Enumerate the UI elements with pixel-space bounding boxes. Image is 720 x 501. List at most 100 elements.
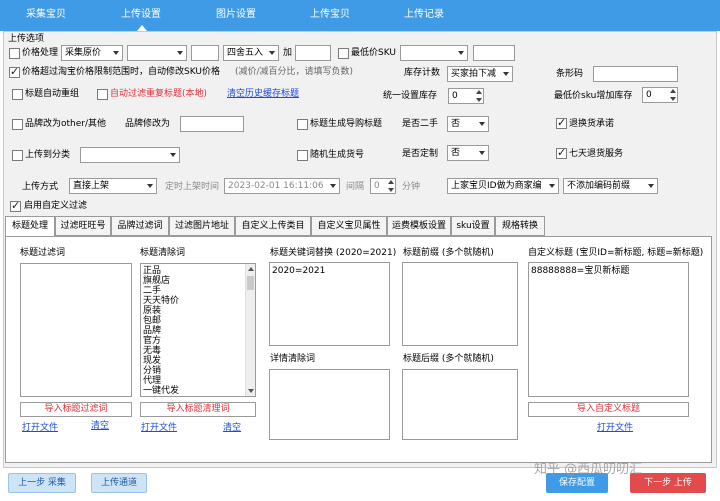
import-custom-button[interactable]: 导入自定义标题: [528, 402, 689, 417]
list-item[interactable]: 品牌: [141, 326, 255, 336]
spin-down-icon[interactable]: [388, 188, 394, 192]
list-item[interactable]: 分销: [141, 366, 255, 376]
open-file-link-filter[interactable]: 打开文件: [22, 422, 58, 434]
schedule-label: 定时上架时间: [165, 182, 220, 192]
prev-collect-button[interactable]: 上一步 采集: [8, 473, 76, 493]
nav-tab-upload-settings[interactable]: 上传设置: [101, 0, 181, 31]
detail-clear-textarea[interactable]: [269, 369, 390, 440]
list-item[interactable]: 现发: [141, 356, 255, 366]
scroll-thumb[interactable]: [247, 276, 254, 290]
price-value-input[interactable]: [191, 45, 219, 61]
open-file-link-custom[interactable]: 打开文件: [597, 422, 633, 434]
add-value-input[interactable]: [295, 45, 331, 61]
brand-change-input[interactable]: [180, 116, 244, 132]
min-sku-checkbox[interactable]: [338, 48, 349, 59]
nav-tab-upload-items[interactable]: 上传宝贝: [290, 0, 370, 31]
spin-down-icon[interactable]: [670, 97, 676, 101]
filter-words-label: 标题过滤词: [20, 248, 66, 258]
min-sku-value-input[interactable]: [473, 45, 515, 61]
list-item[interactable]: 二手: [141, 286, 255, 296]
auto-filter-dup-label: 自动过滤重复标题(本地): [110, 89, 208, 99]
second-hand-select[interactable]: 否: [447, 116, 489, 132]
import-filter-button[interactable]: 导入标题过滤词: [20, 402, 132, 417]
seven-day-label: 七天退货服务: [569, 149, 624, 159]
suffix-textarea[interactable]: [402, 369, 518, 440]
chevron-down-icon: [147, 184, 153, 188]
scroll-down-icon[interactable]: [248, 389, 254, 393]
subtab-title-processing[interactable]: 标题处理: [5, 216, 55, 237]
min-sku-stock-label: 最低价sku增加库存: [554, 91, 633, 101]
min-sku-select[interactable]: [400, 45, 468, 61]
upload-category-checkbox[interactable]: [12, 150, 23, 161]
random-sku-label: 随机生成货号: [310, 150, 365, 160]
subtab-brand-filter[interactable]: 品牌过滤词: [111, 216, 169, 236]
list-item[interactable]: 旗舰店: [141, 276, 255, 286]
replace-textarea[interactable]: 2020=2021: [269, 262, 390, 346]
list-item[interactable]: 代理: [141, 376, 255, 386]
custom-made-label: 是否定制: [402, 149, 439, 159]
nav-tab-image-settings[interactable]: 图片设置: [196, 0, 276, 31]
list-item[interactable]: 原装: [141, 306, 255, 316]
enable-filter-checkbox[interactable]: [10, 199, 21, 212]
clean-words-list[interactable]: 正品 旗舰店 二手 天天特价 原装 包邮 品牌 官方 无毒 现发 分销 代理 一键代发: [140, 263, 256, 397]
subtab-sku-settings[interactable]: sku设置: [451, 216, 495, 236]
price-op-select[interactable]: [127, 45, 187, 61]
price-source-select[interactable]: 采集原价: [61, 45, 123, 61]
return-commit-checkbox[interactable]: [556, 116, 567, 129]
auto-price-checkbox[interactable]: [9, 65, 20, 78]
stock-count-select[interactable]: 买家拍下减: [447, 66, 513, 82]
list-item[interactable]: 包邮: [141, 316, 255, 326]
auto-filter-dup-checkbox[interactable]: [97, 89, 108, 100]
nav-tab-upload-log[interactable]: 上传记录: [384, 0, 464, 31]
list-item[interactable]: 无毒: [141, 346, 255, 356]
clear-link-clean[interactable]: 清空: [223, 422, 241, 434]
interval-spinner[interactable]: 0: [370, 178, 396, 194]
subtab-filter-image-url[interactable]: 过滤图片地址: [169, 216, 235, 236]
nav-tab-collect[interactable]: 采集宝贝: [6, 0, 86, 31]
spin-up-icon[interactable]: [476, 90, 482, 94]
spin-up-icon[interactable]: [670, 89, 676, 93]
subtab-custom-attributes[interactable]: 自定义宝贝属性: [311, 216, 387, 236]
list-item[interactable]: 正品: [141, 266, 255, 276]
custom-made-select[interactable]: 否: [447, 145, 489, 161]
chevron-down-icon: [113, 51, 119, 55]
add-label: 加: [283, 48, 293, 58]
seven-day-checkbox[interactable]: [556, 146, 567, 159]
open-file-link-clean[interactable]: 打开文件: [141, 422, 177, 434]
upload-channel-button[interactable]: 上传通道: [91, 473, 147, 493]
clear-link-filter[interactable]: 清空: [91, 420, 109, 432]
subtab-filter-wangwang[interactable]: 过滤旺旺号: [55, 216, 111, 236]
barcode-input[interactable]: [593, 66, 678, 82]
subtab-custom-category[interactable]: 自定义上传类目: [235, 216, 311, 236]
rounding-select[interactable]: 四舍五入: [223, 45, 279, 61]
price-processing-checkbox[interactable]: [9, 48, 20, 59]
chevron-down-icon: [479, 122, 485, 126]
merchant-code-select[interactable]: 上家宝贝ID做为商家编: [447, 178, 559, 194]
schedule-datetime[interactable]: 2023-02-01 16:11:06: [224, 178, 340, 194]
subtab-spec-convert[interactable]: 规格转换: [495, 216, 545, 236]
random-sku-checkbox[interactable]: [297, 150, 308, 161]
subtab-bar: 标题处理 过滤旺旺号 品牌过滤词 过滤图片地址 自定义上传类目 自定义宝贝属性 …: [5, 216, 713, 237]
spin-down-icon[interactable]: [476, 98, 482, 102]
clear-history-link[interactable]: 清空历史缓存标题: [227, 88, 299, 100]
list-item[interactable]: 一键代发: [141, 386, 255, 396]
min-sku-stock-spinner[interactable]: 0: [642, 87, 678, 103]
import-clean-button[interactable]: 导入标题清理词: [140, 402, 256, 417]
list-item[interactable]: 官方: [141, 336, 255, 346]
prefix-select[interactable]: 不添加编码前缀: [563, 178, 658, 194]
category-select[interactable]: [80, 147, 180, 163]
unify-stock-spinner[interactable]: 0: [448, 88, 484, 104]
brand-other-checkbox[interactable]: [12, 119, 23, 130]
scroll-up-icon[interactable]: [248, 267, 254, 271]
list-item[interactable]: 天天特价: [141, 296, 255, 306]
subtab-shipping-template[interactable]: 运费模板设置: [387, 216, 451, 236]
scrollbar[interactable]: [245, 264, 255, 396]
title-dedupe-checkbox[interactable]: [12, 89, 23, 100]
spin-up-icon[interactable]: [388, 180, 394, 184]
filter-words-list[interactable]: [20, 263, 132, 397]
upload-mode-select[interactable]: 直接上架: [69, 178, 157, 194]
title-gen-brand-checkbox[interactable]: [297, 119, 308, 130]
brand-change-label: 品牌修改为: [125, 119, 171, 129]
custom-title-textarea[interactable]: 88888888=宝贝新标题: [528, 262, 689, 397]
prefix-textarea[interactable]: [402, 262, 518, 346]
